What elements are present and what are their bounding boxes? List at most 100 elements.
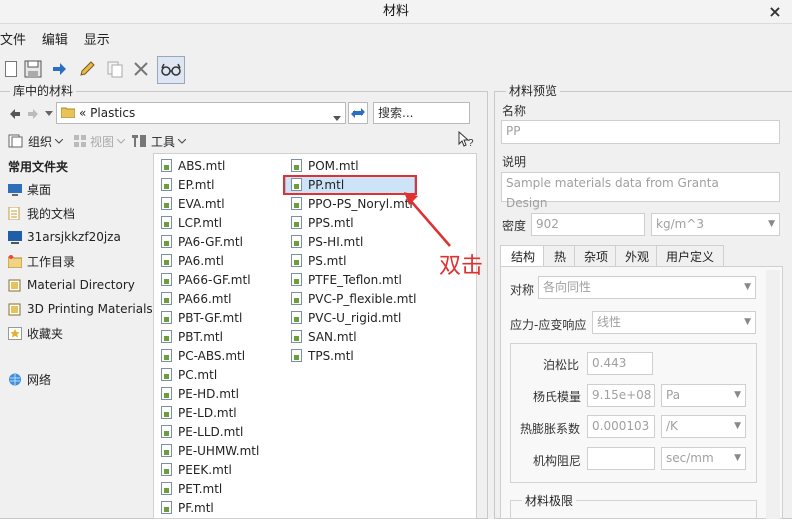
desktop-icon bbox=[8, 183, 22, 196]
refresh-icon[interactable] bbox=[348, 102, 368, 124]
chevron-down-icon: ▼ bbox=[734, 390, 741, 400]
svg-text:?: ? bbox=[468, 138, 474, 149]
file-item[interactable]: PA6-GF.mtl bbox=[161, 232, 243, 251]
file-item[interactable]: PS-HI.mtl bbox=[291, 232, 363, 251]
menu-view[interactable]: 显示 bbox=[84, 30, 110, 52]
material-file-icon bbox=[291, 273, 302, 286]
search-input[interactable]: 搜索... bbox=[373, 102, 470, 124]
sidebar-item-3d-printing[interactable]: 3D Printing Materials bbox=[8, 299, 153, 319]
file-item[interactable]: LCP.mtl bbox=[161, 213, 222, 232]
sidebar-item-desktop[interactable]: 桌面 bbox=[8, 179, 51, 199]
file-item[interactable]: PVC-P_flexible.mtl bbox=[291, 289, 416, 308]
pencil-icon[interactable] bbox=[76, 56, 98, 82]
favorites-icon bbox=[8, 326, 22, 340]
material-file-icon bbox=[161, 501, 172, 514]
chevron-down-icon: ▼ bbox=[768, 219, 775, 229]
file-item[interactable]: PA66-GF.mtl bbox=[161, 270, 251, 289]
material-file-icon bbox=[161, 254, 172, 267]
name-field[interactable]: PP bbox=[501, 120, 780, 144]
file-name: PBT-GF.mtl bbox=[178, 310, 243, 325]
sidebar-item-material-directory[interactable]: Material Directory bbox=[8, 275, 135, 295]
file-item[interactable]: EVA.mtl bbox=[161, 194, 225, 213]
file-item[interactable]: TPS.mtl bbox=[291, 346, 354, 365]
back-arrow-icon[interactable] bbox=[8, 106, 22, 122]
material-file-icon bbox=[161, 216, 172, 229]
history-dropdown-icon[interactable] bbox=[42, 106, 56, 122]
menu-file[interactable]: 文件 bbox=[0, 30, 26, 52]
file-name: PPO-PS_Noryl.mtl bbox=[308, 196, 413, 211]
file-item[interactable]: PET.mtl bbox=[161, 479, 222, 498]
stress-strain-value: 线性 bbox=[597, 315, 622, 329]
file-item[interactable]: PF.mtl bbox=[161, 498, 214, 517]
file-item[interactable]: PEEK.mtl bbox=[161, 460, 232, 479]
file-item[interactable]: PTFE_Teflon.mtl bbox=[291, 270, 402, 289]
new-file-icon[interactable] bbox=[0, 56, 22, 82]
poisson-field[interactable]: 0.443 bbox=[587, 352, 653, 375]
stress-strain-select[interactable]: 线性 ▼ bbox=[592, 311, 756, 334]
folder-icon bbox=[60, 106, 76, 121]
close-button[interactable]: × bbox=[766, 0, 784, 24]
thermal-unit-select[interactable]: /K ▼ bbox=[661, 415, 746, 438]
menu-edit[interactable]: 编辑 bbox=[42, 30, 68, 52]
density-field[interactable]: 902 bbox=[531, 213, 645, 236]
file-item[interactable]: PE-UHMW.mtl bbox=[161, 441, 259, 460]
organize-icon bbox=[8, 134, 23, 148]
organize-button[interactable]: 组织 bbox=[8, 133, 64, 149]
save-icon[interactable] bbox=[22, 56, 44, 82]
sidebar-item-network[interactable]: 网络 bbox=[8, 369, 51, 389]
glasses-icon[interactable] bbox=[157, 56, 185, 84]
file-item[interactable]: PPO-PS_Noryl.mtl bbox=[291, 194, 413, 213]
file-item[interactable]: PBT.mtl bbox=[161, 327, 223, 346]
sidebar-item-computer[interactable]: 31arsjkkzf20jza bbox=[8, 227, 121, 247]
file-item[interactable]: PE-LD.mtl bbox=[161, 403, 237, 422]
chevron-down-icon: ▼ bbox=[734, 421, 741, 431]
damping-unit-select[interactable]: sec/mm ▼ bbox=[661, 447, 746, 470]
file-item[interactable]: PC-ABS.mtl bbox=[161, 346, 245, 365]
file-item[interactable]: PBT-GF.mtl bbox=[161, 308, 242, 327]
description-field[interactable]: Sample materials data from Granta Design bbox=[501, 172, 780, 210]
file-item[interactable]: PS.mtl bbox=[291, 251, 346, 270]
path-bar[interactable]: « Plastics bbox=[56, 102, 346, 124]
work-folder-icon bbox=[8, 254, 22, 268]
file-name: PBT.mtl bbox=[178, 329, 223, 344]
damping-field[interactable] bbox=[587, 447, 655, 470]
forward-arrow-icon[interactable] bbox=[26, 106, 40, 122]
help-cursor-icon[interactable]: ? bbox=[457, 130, 475, 152]
density-label: 密度 bbox=[502, 219, 527, 233]
chevron-down-icon: ▼ bbox=[744, 317, 751, 327]
file-item[interactable]: PE-LLD.mtl bbox=[161, 422, 243, 441]
young-modulus-field[interactable]: 9.15e+08 bbox=[587, 384, 655, 407]
view-button[interactable]: 视图 bbox=[74, 133, 126, 149]
file-item[interactable]: PE-HD.mtl bbox=[161, 384, 239, 403]
sidebar-item-label: 我的文档 bbox=[27, 206, 76, 221]
sidebar-heading: 常用文件夹 bbox=[8, 160, 69, 174]
file-item[interactable]: EP.mtl bbox=[161, 175, 215, 194]
file-item[interactable]: PA6.mtl bbox=[161, 251, 224, 270]
file-name: PS-HI.mtl bbox=[308, 234, 364, 249]
file-item[interactable]: PA66.mtl bbox=[161, 289, 232, 308]
tools-button[interactable]: 工具 bbox=[131, 133, 187, 149]
density-unit-select[interactable]: kg/m^3 ▼ bbox=[651, 213, 780, 236]
arrow-right-icon[interactable] bbox=[48, 56, 70, 82]
panel-scrollbar[interactable] bbox=[766, 270, 780, 519]
poisson-label: 泊松比 bbox=[543, 358, 580, 372]
thermal-expansion-field[interactable]: 0.000103 bbox=[587, 415, 655, 438]
file-item[interactable]: POM.mtl bbox=[291, 156, 359, 175]
sidebar-item-favorites[interactable]: 收藏夹 bbox=[8, 323, 63, 343]
young-unit-select[interactable]: Pa ▼ bbox=[661, 384, 746, 407]
path-dropdown-icon[interactable] bbox=[333, 110, 341, 124]
delete-icon[interactable] bbox=[130, 56, 152, 82]
copy-icon[interactable] bbox=[104, 56, 126, 82]
file-item[interactable]: SAN.mtl bbox=[291, 327, 357, 346]
sidebar-item-label: 桌面 bbox=[27, 182, 52, 197]
sidebar-item-work-dir[interactable]: 工作目录 bbox=[8, 251, 75, 271]
file-item[interactable]: ABS.mtl bbox=[161, 156, 225, 175]
sidebar-item-documents[interactable]: 我的文档 bbox=[8, 203, 75, 223]
file-item[interactable]: PVC-U_rigid.mtl bbox=[291, 308, 401, 327]
tools-icon bbox=[132, 135, 146, 147]
file-item[interactable]: PC.mtl bbox=[161, 365, 217, 384]
material-file-icon bbox=[291, 235, 302, 248]
file-item[interactable]: PPS.mtl bbox=[291, 213, 354, 232]
symmetry-select[interactable]: 各向同性 ▼ bbox=[538, 276, 756, 299]
material-file-icon bbox=[291, 159, 302, 172]
